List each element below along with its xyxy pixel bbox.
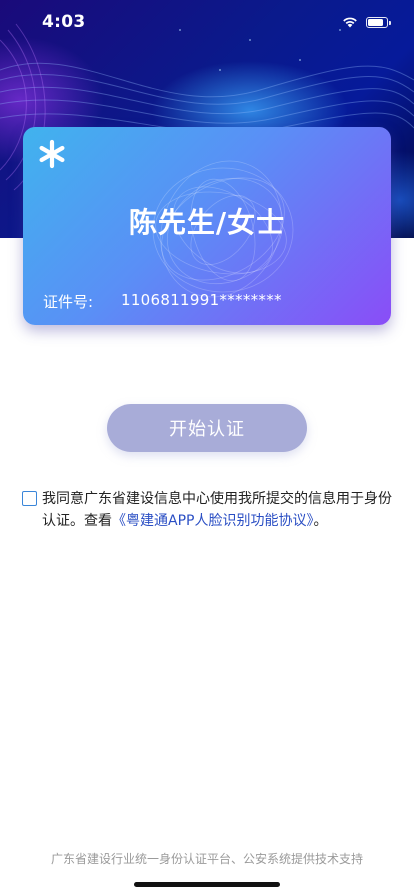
status-icons	[342, 16, 391, 28]
asterisk-icon	[39, 139, 65, 169]
card-holder-name: 陈先生/女士	[128, 206, 286, 239]
id-number-value: 1106811991********	[121, 291, 282, 309]
agreement-period: 。	[313, 513, 328, 529]
wifi-icon	[343, 17, 357, 28]
battery-icon	[366, 16, 391, 28]
status-bar: 4:03	[0, 0, 414, 46]
id-number-label: 证件号:	[43, 293, 94, 311]
footer-support-note: 广东省建设行业统一身份认证平台、公安系统提供技术支持	[50, 852, 363, 866]
agreement-checkbox[interactable]	[22, 491, 37, 506]
id-card: 陈先生/女士 证件号: 1106811991********	[23, 127, 391, 325]
status-time: 4:03	[42, 12, 86, 32]
agreement-protocol-link[interactable]: 《粤建通APP人脸识别功能协议》	[112, 513, 313, 529]
start-auth-button[interactable]: 开始认证	[107, 404, 307, 452]
battery-level	[368, 18, 384, 26]
face-auth-screen: 4:03 陈先生/女士 证件号: 1106811991******** 开始认证…	[0, 0, 414, 896]
agreement-text: 我同意广东省建设信息中心使用我所提交的信息用于身份认证。查看《粤建通APP人脸识…	[42, 488, 394, 532]
home-indicator[interactable]	[134, 882, 280, 887]
